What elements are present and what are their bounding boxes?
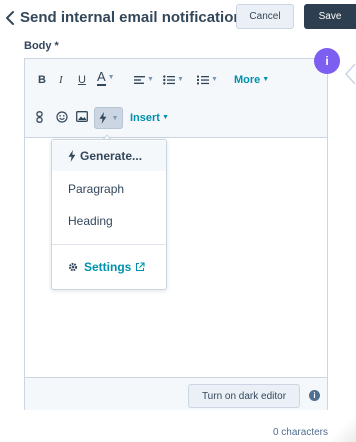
align-icon xyxy=(134,76,145,84)
chevron-down-icon: ▼ xyxy=(107,74,115,81)
chevron-down-icon: ▼ xyxy=(211,76,218,83)
corner-shadow xyxy=(330,418,356,442)
align-button[interactable]: ▼ xyxy=(134,73,154,87)
more-label: More xyxy=(234,74,261,86)
underline-button[interactable]: U xyxy=(78,73,86,87)
panel-chevron-icon[interactable] xyxy=(344,62,356,86)
image-icon xyxy=(76,111,88,122)
dark-editor-button[interactable]: Turn on dark editor xyxy=(188,384,300,408)
menu-item-generate[interactable]: Generate... xyxy=(52,141,166,171)
menu-item-label: Heading xyxy=(68,214,113,228)
more-menu-button[interactable]: More ▼ xyxy=(234,73,269,87)
text-color-button[interactable]: A ▼ xyxy=(97,70,115,86)
chevron-down-icon: ▼ xyxy=(177,76,184,83)
save-button[interactable]: Save xyxy=(304,4,356,29)
emoji-icon xyxy=(56,111,68,123)
ai-assistant-button[interactable]: ▼ xyxy=(94,107,123,129)
menu-item-paragraph[interactable]: Paragraph xyxy=(52,176,166,202)
italic-button[interactable]: I xyxy=(59,73,63,87)
ai-lightning-icon xyxy=(99,112,106,124)
bullet-list-button[interactable]: ▼ xyxy=(163,73,184,87)
chevron-down-icon: ▼ xyxy=(262,76,270,83)
editor-toolbar xyxy=(25,59,327,138)
cancel-button[interactable]: Cancel xyxy=(236,4,294,29)
chevron-down-icon: ▼ xyxy=(111,114,119,122)
body-field-label: Body * xyxy=(24,40,59,52)
numbered-list-icon xyxy=(197,75,209,85)
menu-item-label: Paragraph xyxy=(68,182,125,196)
emoji-button[interactable] xyxy=(56,111,68,123)
bold-icon: B xyxy=(38,74,46,86)
page-title: Send internal email notification xyxy=(20,9,243,26)
underline-icon: U xyxy=(78,74,86,86)
external-link-icon xyxy=(136,262,145,272)
image-button[interactable] xyxy=(76,111,88,122)
bold-button[interactable]: B xyxy=(38,73,46,87)
link-icon xyxy=(36,111,43,123)
bullet-list-icon xyxy=(163,75,175,85)
menu-item-heading[interactable]: Heading xyxy=(52,208,166,234)
ai-dropdown-menu: Generate... Paragraph Heading Settings xyxy=(51,139,167,290)
gear-icon xyxy=(68,262,78,272)
chevron-down-icon: ▼ xyxy=(147,76,154,83)
numbered-list-button[interactable]: ▼ xyxy=(197,73,218,87)
ai-lightning-icon xyxy=(68,150,76,162)
info-icon[interactable]: i xyxy=(309,390,320,401)
back-chevron-icon[interactable] xyxy=(4,10,18,26)
info-badge[interactable]: i xyxy=(314,48,340,74)
insert-menu-button[interactable]: Insert ▼ xyxy=(130,111,169,125)
menu-item-label: Generate... xyxy=(80,149,143,163)
menu-divider xyxy=(52,244,166,245)
chevron-down-icon: ▼ xyxy=(161,114,169,121)
italic-icon: I xyxy=(59,74,63,86)
link-button[interactable] xyxy=(36,111,43,123)
insert-label: Insert xyxy=(130,112,160,124)
character-count: 0 characters xyxy=(272,427,328,438)
text-color-icon: A xyxy=(97,69,106,86)
settings-label: Settings xyxy=(84,260,132,274)
menu-item-settings[interactable]: Settings xyxy=(52,254,166,280)
